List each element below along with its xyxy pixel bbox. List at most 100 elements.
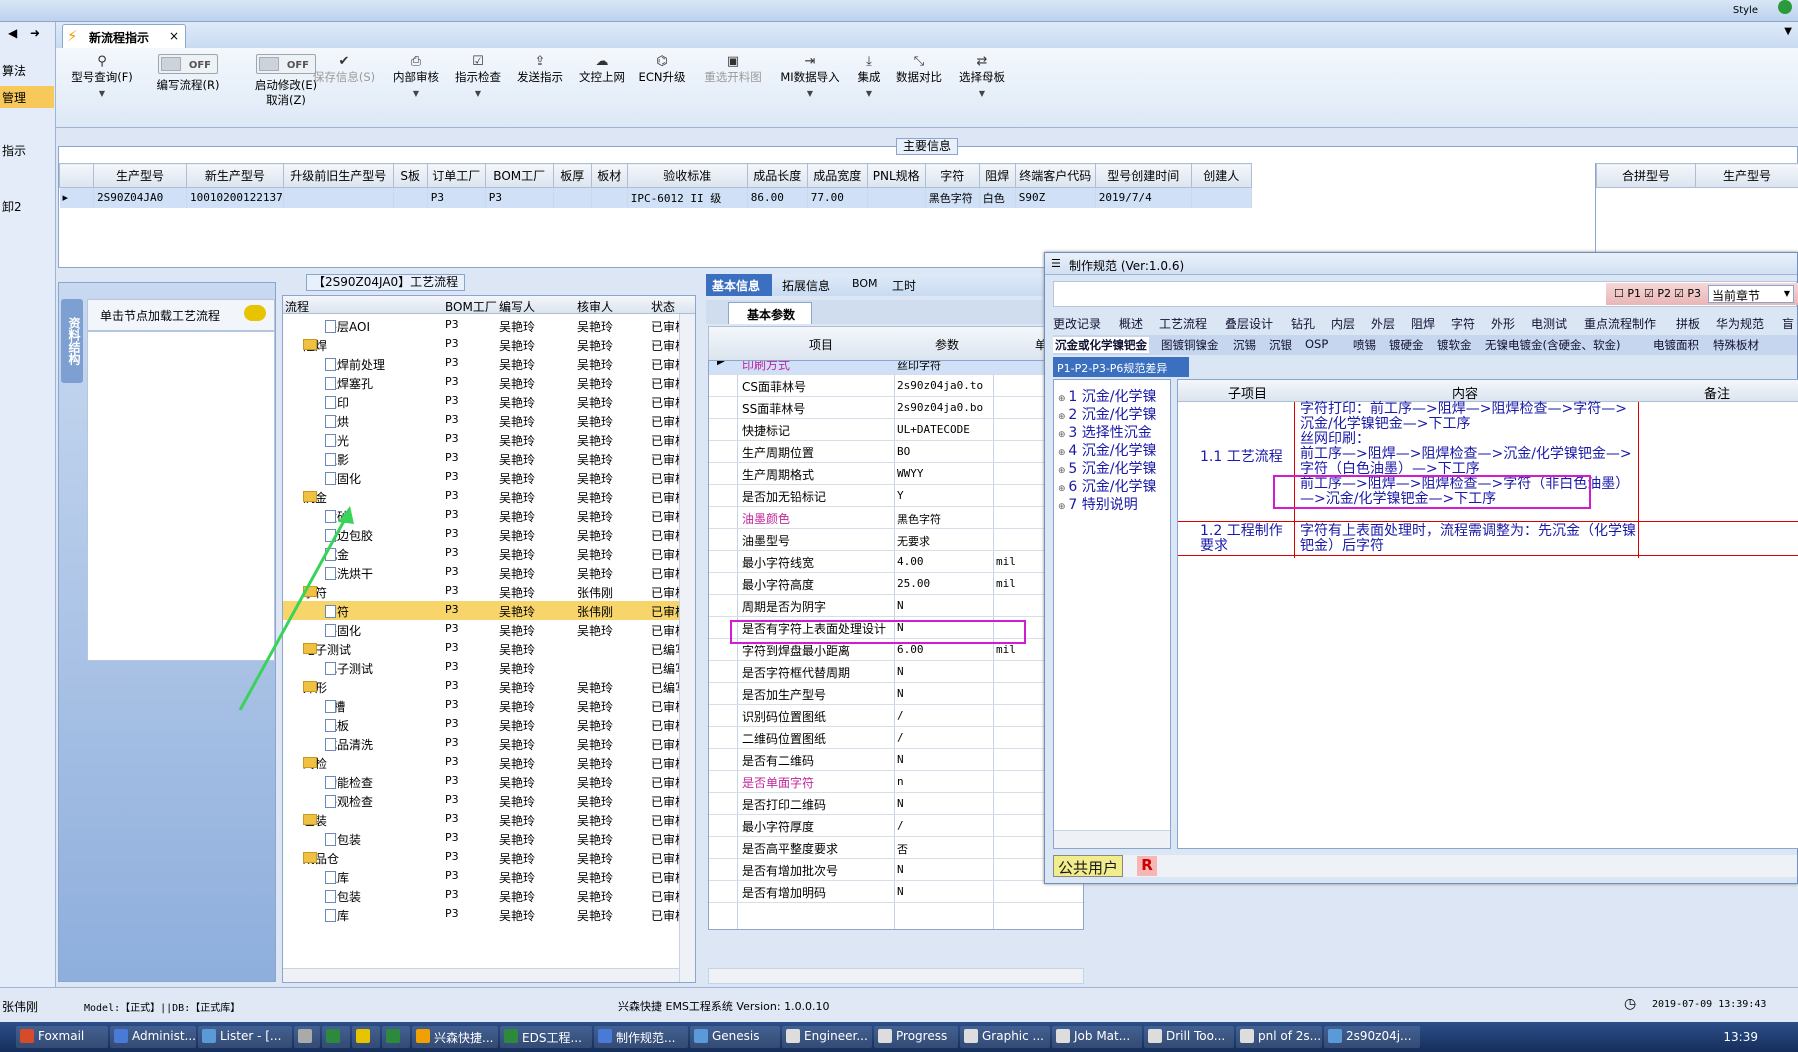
param-value[interactable]: / [897,819,904,832]
table-row[interactable]: ▸ 2S90Z04JA0 10010200122137 P3 P3 IPC-60… [59,187,1552,208]
taskbar-item[interactable] [294,1026,320,1048]
column-header[interactable]: 内容 [1452,383,1478,402]
taskbar-item[interactable]: 制作规范... [594,1026,688,1048]
left-nav-item[interactable]: 卸2 [0,198,22,215]
param-value[interactable]: 2s90z04ja0.to [897,379,983,392]
param-row[interactable]: CS面菲林号 2s90z04ja0.to [709,375,1083,397]
tree-row[interactable]: −阻焊P3吴艳玲吴艳玲已审核 [283,335,687,354]
expand-icon[interactable]: ⊕ [1058,394,1068,404]
section-select[interactable]: 当前章节 ▼ [1708,285,1794,303]
table-cell[interactable]: 86.00 [747,187,808,208]
column-header[interactable]: 合拼型号 [1595,163,1697,188]
column-header[interactable]: S板 [392,163,428,188]
param-row[interactable]: 最小字符线宽 4.00 mil [709,551,1083,573]
table-cell[interactable]: S90Z [1015,187,1096,208]
param-row[interactable]: 最小字符高度 25.00 mil [709,573,1083,595]
spec-tab[interactable]: 电测试 [1531,315,1567,332]
table-cell[interactable]: 2019/7/4 [1095,187,1192,208]
tree-row[interactable]: −终检P3吴艳玲吴艳玲已审核 [283,753,687,772]
param-row[interactable]: 快捷标记 UL+DATECODE [709,419,1083,441]
column-header[interactable]: 子项目 [1228,383,1267,402]
spec-tree-item[interactable]: ⊕ 5 沉金/化学镍 [1058,458,1156,478]
column-header[interactable]: 新生产型号 [186,163,284,188]
tree-row[interactable]: 曝光 P3 吴艳玲 吴艳玲 已审核 [283,430,687,449]
param-row[interactable]: 生产周期位置 BO [709,441,1083,463]
param-value[interactable]: / [897,731,904,744]
reselect-cutting-diagram-button[interactable]: ▣ 重选开料图 [692,54,774,85]
expand-icon[interactable]: ⊕ [1058,448,1068,458]
style-label[interactable]: Style [1733,5,1758,16]
tree-row[interactable]: 外层AOI P3 吴艳玲 吴艳玲 已审核 [283,316,687,335]
column-header[interactable]: 生产型号 [93,163,187,188]
spec-subtab[interactable]: 喷锡 [1353,337,1376,353]
tree-row[interactable]: 功能检查 P3 吴艳玲 吴艳玲 已审核 [283,772,687,791]
spec-tab[interactable]: 拼板 [1676,315,1700,332]
column-header[interactable]: 项目 [809,336,833,353]
subtab-basic-params[interactable]: 基本参数 [728,302,812,324]
param-row[interactable]: 是否有二维码 N [709,749,1083,771]
expand-icon[interactable]: ⊕ [1058,484,1068,494]
spec-tab[interactable]: 字符 [1451,315,1475,332]
taskbar-item[interactable]: pnl of 2s... [1236,1026,1322,1048]
column-header[interactable]: 字符 [924,163,980,188]
param-value[interactable]: UL+DATECODE [897,423,970,436]
param-value[interactable]: 丝印字符 [897,361,941,373]
param-row[interactable]: ▶ 印刷方式 丝印字符 [709,361,1083,375]
column-header[interactable]: BOM工厂 [445,298,497,315]
expand-icon[interactable]: ⊕ [1058,412,1068,422]
param-row[interactable]: SS面菲林号 2s90z04ja0.bo [709,397,1083,419]
table-cell[interactable]: 2S90Z04JA0 [93,187,187,208]
param-value[interactable]: N [897,753,904,766]
internal-review-button[interactable]: ⎙ 内部审核 ▼ [386,54,446,101]
param-row[interactable]: 二维码位置图纸 / [709,727,1083,749]
taskbar-item[interactable]: 2s90z04j... [1324,1026,1420,1048]
tree-row[interactable]: −成品仓P3吴艳玲吴艳玲已审核 [283,848,687,867]
tree-scrollbar[interactable] [1054,830,1170,848]
param-value[interactable]: N [897,863,904,876]
param-value[interactable]: 黑色字符 [897,511,941,527]
toggle-switch[interactable]: OFF [158,54,218,74]
spec-tab[interactable]: 外层 [1371,315,1395,332]
param-row[interactable]: 是否有增加明码 N [709,881,1083,903]
taskbar-item[interactable]: Genesis [690,1026,780,1048]
left-nav-item[interactable]: 算法 [0,62,26,79]
vertical-tab-structure[interactable]: 资料结构 [61,299,83,383]
table-cell[interactable]: P3 [485,187,554,208]
taskbar-item[interactable]: Drill Too... [1144,1026,1234,1048]
column-header[interactable]: 创建人 [1190,163,1252,188]
column-header[interactable]: 成品宽度 [806,163,868,188]
taskbar-item[interactable] [352,1026,380,1048]
column-header[interactable]: 参数 [935,336,959,353]
column-header[interactable]: 生产型号 [1695,163,1798,188]
horizontal-scrollbar[interactable] [283,968,679,982]
cancel-label[interactable]: 取消(Z) [266,93,306,107]
save-info-button[interactable]: ✔ 保存信息(S) [302,54,386,85]
tab-dropdown-icon[interactable]: ▼ [1784,26,1792,37]
param-value[interactable]: N [897,599,904,612]
taskbar-item[interactable]: Foxmail [16,1026,108,1048]
spec-tab[interactable]: 更改记录 [1053,315,1101,332]
table-cell[interactable]: 黑色字符 [925,187,980,208]
spec-tree-item[interactable]: ⊕ 4 沉金/化学镍 [1058,440,1156,460]
table-cell[interactable] [1191,187,1252,208]
table-cell[interactable] [591,187,628,208]
checkbox-p2[interactable]: ☑ P2 [1644,287,1671,300]
spec-tab[interactable]: 外形 [1491,315,1515,332]
tree-row[interactable]: 出库 P3 吴艳玲 吴艳玲 已审核 [283,905,687,924]
mi-data-import-button[interactable]: ⇥ MI数据导入 ▼ [772,54,848,101]
tab-work-hours[interactable]: 工时 [892,277,916,294]
column-header[interactable]: 状态 [651,298,675,315]
left-nav-item[interactable]: 指示 [0,142,26,159]
tree-row[interactable]: 成品清洗 P3 吴艳玲 吴艳玲 已审核 [283,734,687,753]
spec-subtab[interactable]: 镀硬金 [1389,337,1424,353]
column-header[interactable]: 验收标准 [626,163,748,188]
param-value[interactable]: 6.00 [897,643,924,656]
spec-subtab[interactable]: 镀软金 [1437,337,1472,353]
tree-row[interactable]: 阻焊塞孔 P3 吴艳玲 吴艳玲 已审核 [283,373,687,392]
column-header[interactable]: BOM工厂 [484,163,554,188]
tree-row[interactable]: 预烘 P3 吴艳玲 吴艳玲 已审核 [283,411,687,430]
tab-bom[interactable]: BOM [852,277,878,290]
edit-flow-toggle[interactable]: OFF 编写流程(R) [138,54,238,93]
spec-tab[interactable]: 内层 [1331,315,1355,332]
taskbar-item[interactable] [322,1026,350,1048]
